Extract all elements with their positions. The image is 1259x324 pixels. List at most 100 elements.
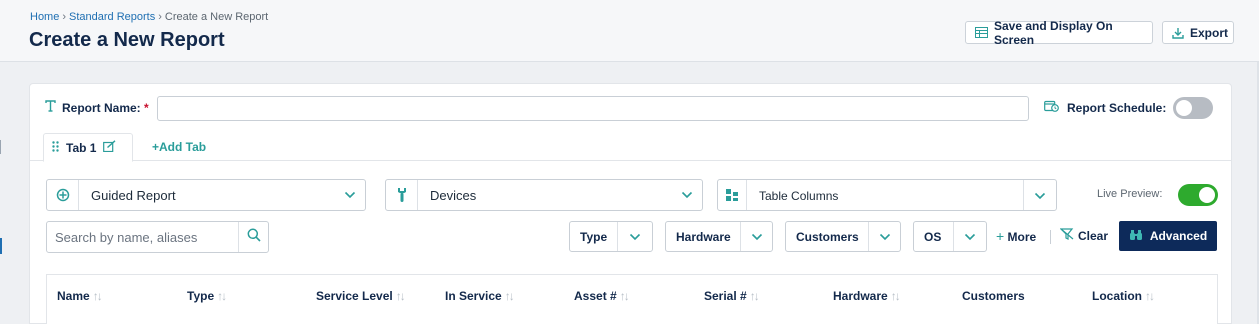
column-label: Type	[187, 289, 215, 303]
entity-select[interactable]: Devices	[385, 179, 703, 211]
report-type-value: Guided Report	[91, 188, 176, 203]
page-header: Home › Standard Reports › Create a New Repor…	[0, 0, 1259, 62]
column-header-serial-number[interactable]: Serial # ↑↓	[704, 289, 760, 303]
sort-icon[interactable]: ↑↓	[891, 289, 901, 303]
select-divider	[617, 222, 618, 251]
search-input[interactable]	[47, 222, 239, 252]
clear-label: Clear	[1078, 228, 1109, 243]
type-filter-select[interactable]: Type	[569, 221, 653, 252]
breadcrumb-current: Create a New Report	[164, 11, 269, 23]
divider	[1050, 230, 1051, 244]
toggle-knob	[1199, 187, 1215, 203]
os-filter-label: OS	[924, 230, 942, 244]
save-and-display-label: Save and Display On Screen	[994, 18, 1113, 47]
drag-handle-icon[interactable]	[52, 140, 59, 155]
breadcrumb-separator: ›	[158, 11, 162, 23]
select-divider	[953, 222, 954, 251]
column-header-asset-number[interactable]: Asset # ↑↓	[574, 289, 630, 303]
column-header-type[interactable]: Type ↑↓	[187, 289, 227, 303]
hardware-filter-label: Hardware	[676, 230, 731, 244]
sort-icon[interactable]: ↑↓	[750, 289, 760, 303]
search-button[interactable]	[238, 222, 268, 252]
column-label: Serial #	[704, 289, 747, 303]
select-divider	[740, 222, 741, 251]
chevron-down-icon	[344, 189, 356, 204]
column-header-name[interactable]: Name ↑↓	[57, 289, 103, 303]
chevron-down-icon	[751, 231, 763, 246]
report-name-label: Report Name: *	[45, 100, 149, 115]
tab-bar: Tab 1 +Add Tab	[30, 131, 1231, 162]
report-type-select[interactable]: Guided Report	[46, 179, 366, 211]
column-label: Customers	[962, 289, 1025, 303]
export-button[interactable]: Export	[1162, 21, 1234, 44]
entity-value: Devices	[430, 188, 477, 203]
chevron-down-icon	[964, 231, 976, 246]
advanced-label: Advanced	[1149, 229, 1208, 243]
report-builder-card: Report Name: * Report Schedule: Tab 1 +A…	[29, 83, 1232, 324]
toggle-knob	[1176, 100, 1192, 116]
os-filter-select[interactable]: OS	[913, 221, 987, 252]
report-schedule-toggle[interactable]	[1173, 97, 1213, 119]
advanced-button[interactable]: Advanced	[1119, 221, 1217, 251]
sort-icon[interactable]: ↑↓	[93, 289, 103, 303]
sort-icon[interactable]: ↑↓	[1145, 289, 1155, 303]
sort-icon[interactable]: ↑↓	[505, 289, 515, 303]
column-header-customers[interactable]: Customers	[962, 289, 1025, 303]
chevron-down-icon	[879, 231, 891, 246]
live-preview-toggle[interactable]	[1178, 184, 1218, 206]
download-icon	[1172, 27, 1184, 39]
column-header-service-level[interactable]: Service Level ↑↓	[316, 289, 406, 303]
report-schedule-label-text: Report Schedule:	[1067, 100, 1167, 115]
chevron-down-icon	[681, 189, 693, 204]
sort-icon[interactable]: ↑↓	[217, 289, 227, 303]
type-filter-label: Type	[580, 230, 608, 244]
calendar-clock-icon	[1044, 100, 1059, 115]
text-icon	[45, 100, 56, 115]
add-tab-label: Add Tab	[159, 140, 207, 154]
select-divider	[1023, 180, 1024, 210]
live-preview-label: Live Preview:	[1097, 188, 1163, 200]
left-edge-marker	[0, 140, 1, 154]
page-title: Create a New Report	[29, 29, 225, 51]
plus-icon: +	[996, 228, 1005, 244]
table-icon	[975, 27, 988, 38]
tab-1[interactable]: Tab 1	[43, 133, 133, 162]
column-header-hardware[interactable]: Hardware ↑↓	[833, 289, 901, 303]
sort-icon[interactable]: ↑↓	[620, 289, 630, 303]
report-name-input[interactable]	[157, 96, 1029, 121]
sort-icon[interactable]: ↑↓	[396, 289, 406, 303]
wrench-icon	[386, 180, 418, 210]
clear-filters-button[interactable]: Clear	[1059, 228, 1109, 243]
add-tab-button[interactable]: +Add Tab	[152, 140, 206, 154]
table-columns-select[interactable]: Table Columns	[717, 179, 1057, 211]
breadcrumb-home-link[interactable]: Home	[30, 11, 59, 23]
filter-clear-icon	[1059, 228, 1074, 243]
customers-filter-select[interactable]: Customers	[785, 221, 901, 252]
select-divider	[868, 222, 869, 251]
required-marker: *	[144, 100, 149, 115]
table-columns-value: Table Columns	[759, 189, 839, 203]
search-icon	[247, 228, 261, 247]
breadcrumb-standard-reports-link[interactable]: Standard Reports	[69, 11, 155, 23]
column-label: In Service	[445, 289, 502, 303]
hardware-filter-select[interactable]: Hardware	[665, 221, 773, 252]
more-filters-button[interactable]: + More	[996, 228, 1036, 244]
more-label: More	[1007, 230, 1037, 244]
crosshair-icon	[47, 180, 79, 210]
breadcrumb-separator: ›	[62, 11, 67, 23]
breadcrumb: Home › Standard Reports › Create a New Repor…	[30, 11, 268, 23]
chevron-down-icon	[1034, 190, 1046, 205]
column-label: Hardware	[833, 289, 888, 303]
left-edge-marker	[0, 238, 2, 254]
column-label: Asset #	[574, 289, 617, 303]
table-header: Name ↑↓ Type ↑↓ Service Level ↑↓ In Service…	[46, 274, 1218, 324]
column-label: Service Level	[316, 289, 393, 303]
report-name-label-text: Report Name:	[62, 100, 141, 115]
customers-filter-label: Customers	[796, 230, 859, 244]
save-and-display-button[interactable]: Save and Display On Screen	[965, 18, 1153, 47]
tab-1-label: Tab 1	[66, 140, 97, 155]
column-header-location[interactable]: Location ↑↓	[1092, 289, 1155, 303]
column-header-in-service[interactable]: In Service ↑↓	[445, 289, 515, 303]
binoculars-icon	[1129, 229, 1143, 244]
edit-icon[interactable]	[103, 140, 116, 155]
